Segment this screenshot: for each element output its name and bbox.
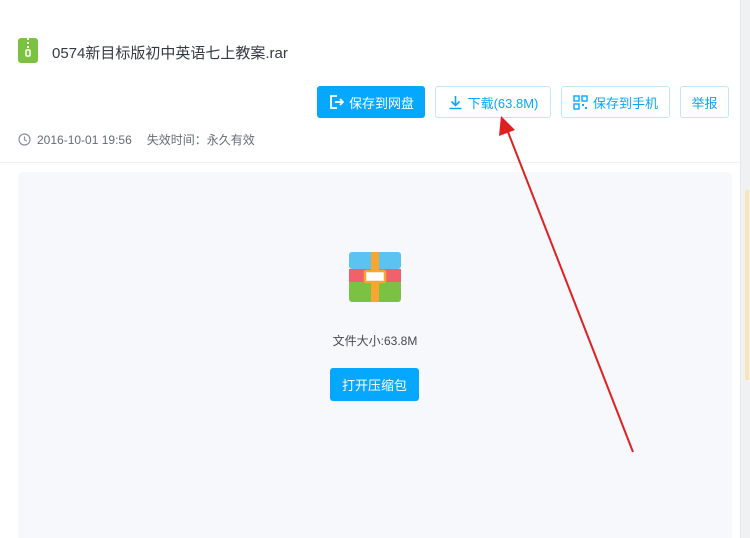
divider bbox=[0, 162, 740, 163]
report-button[interactable]: 举报 bbox=[680, 86, 729, 118]
report-label: 举报 bbox=[691, 95, 718, 111]
download-button[interactable]: 下载(63.8M) bbox=[435, 86, 551, 118]
upload-time: 2016-10-01 19:56 bbox=[37, 132, 132, 147]
save-to-disk-button[interactable]: 保存到网盘 bbox=[317, 86, 425, 118]
preview-panel: 文件大小:63.8M 打开压缩包 bbox=[18, 172, 732, 538]
scrollbar-thumb[interactable] bbox=[745, 190, 749, 380]
download-label: 下载(63.8M) bbox=[467, 95, 539, 111]
clock-icon bbox=[18, 133, 31, 146]
share-card: 0574新目标版初中英语七上教案.rar 保存到网盘 下载(63.8M) 保存到… bbox=[0, 0, 741, 538]
file-size-text: 文件大小:63.8M bbox=[332, 334, 418, 348]
scrollbar-track[interactable] bbox=[741, 0, 750, 538]
save-to-phone-button[interactable]: 保存到手机 bbox=[561, 86, 670, 118]
file-meta: 2016-10-01 19:56 失效时间：永久有效 bbox=[18, 131, 255, 148]
zip-file-icon bbox=[18, 38, 38, 63]
save-export-icon bbox=[328, 94, 344, 110]
open-archive-button[interactable]: 打开压缩包 bbox=[330, 368, 419, 401]
download-icon bbox=[448, 95, 463, 110]
file-title: 0574新目标版初中英语七上教案.rar bbox=[52, 45, 288, 62]
archive-icon bbox=[349, 252, 401, 302]
save-to-phone-label: 保存到手机 bbox=[592, 95, 658, 111]
qr-code-icon bbox=[573, 94, 588, 110]
save-to-disk-label: 保存到网盘 bbox=[348, 95, 414, 111]
expire-text: 失效时间：永久有效 bbox=[146, 133, 255, 147]
